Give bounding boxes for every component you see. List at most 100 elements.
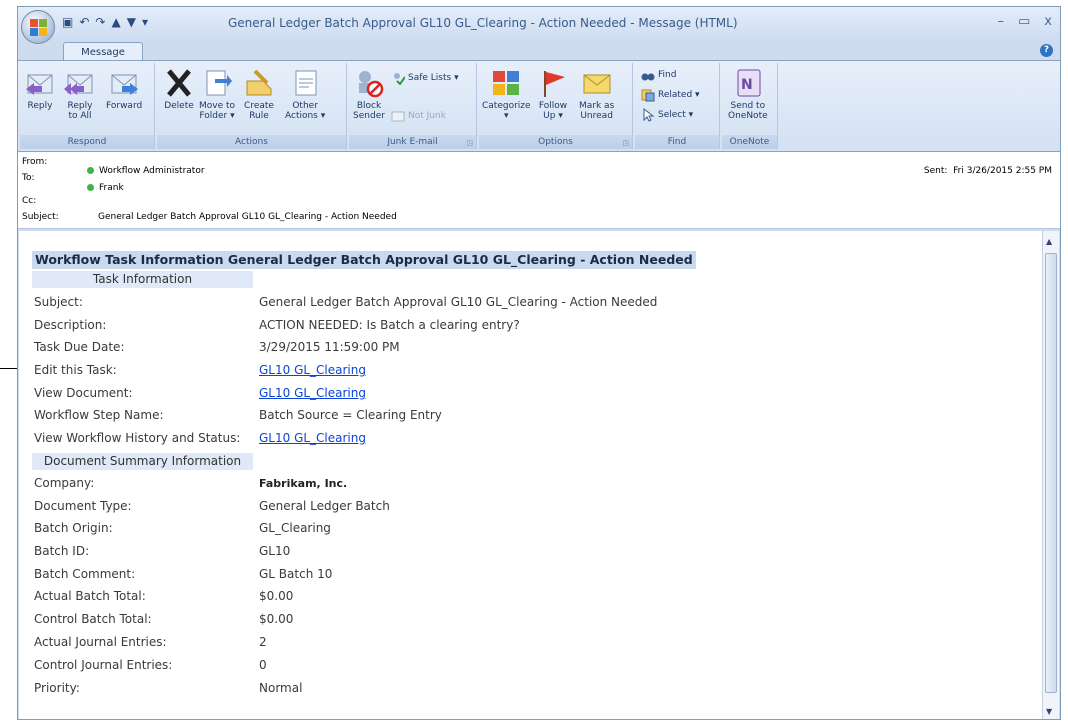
delete-icon: [163, 67, 195, 99]
message-body: Workflow Task Information General Ledger…: [19, 231, 1059, 719]
message-window: ▣ ↶ ↷ ▲ ▼ ▾ General Ledger Batch Approva…: [17, 6, 1061, 720]
sent-label: Sent: Fri 3/26/2015 2:55 PM: [923, 166, 1052, 176]
related-icon: [641, 88, 655, 102]
doc-value: GL Batch 10: [259, 567, 333, 581]
customize-qat-icon[interactable]: ▾: [142, 15, 148, 29]
dialog-launcher-icon[interactable]: ◳: [622, 139, 629, 147]
categorize-button[interactable]: Categorize ▾: [482, 67, 531, 121]
workflow-history-link[interactable]: GL10 GL_Clearing: [259, 431, 366, 445]
find-button[interactable]: Find: [641, 68, 676, 82]
group-options: Categorize ▾ Follow Up ▾ Mark as Unread …: [479, 63, 633, 149]
document-section-header: Document Summary Information: [32, 453, 253, 470]
window-title: General Ledger Batch Approval GL10 GL_Cl…: [228, 16, 738, 30]
doc-value: 0: [259, 658, 267, 672]
ribbon: Reply Reply to All Forward Respond Delet…: [18, 60, 1060, 152]
group-respond: Reply Reply to All Forward Respond: [20, 63, 155, 149]
move-folder-icon: [201, 67, 233, 99]
scroll-thumb[interactable]: [1045, 253, 1057, 693]
doc-value: $0.00: [259, 589, 294, 603]
mark-as-unread-button[interactable]: Mark as Unread: [579, 67, 614, 121]
from-label: From:: [22, 157, 48, 167]
maximize-button[interactable]: ▭: [1018, 14, 1030, 29]
from-value[interactable]: Workflow Administrator: [87, 166, 205, 176]
office-button[interactable]: [21, 10, 55, 44]
group-label-options: Options: [479, 135, 632, 149]
safe-lists-button[interactable]: Safe Lists ▾: [391, 71, 459, 86]
message-header: From: Workflow Administrator To: Frank C…: [18, 152, 1060, 229]
doc-value: Normal: [259, 681, 303, 695]
task-value: 3/29/2015 11:59:00 PM: [259, 340, 400, 354]
task-value: ACTION NEEDED: Is Batch a clearing entry…: [259, 318, 520, 332]
select-button[interactable]: Select ▾: [641, 107, 693, 122]
block-sender-button[interactable]: Block Sender: [353, 67, 385, 121]
related-button[interactable]: Related ▾: [641, 88, 700, 102]
create-rule-button[interactable]: Create Rule: [243, 67, 275, 121]
flag-icon: [537, 67, 569, 99]
send-to-onenote-button[interactable]: N Send to OneNote: [728, 67, 768, 121]
forward-icon: [108, 67, 140, 99]
subject-label: Subject:: [22, 212, 59, 222]
task-value: Batch Source = Clearing Entry: [259, 408, 442, 422]
task-label: Description:: [34, 318, 107, 332]
doc-label: Actual Journal Entries:: [34, 635, 167, 649]
title-bar: ▣ ↶ ↷ ▲ ▼ ▾ General Ledger Batch Approva…: [18, 7, 1060, 41]
help-icon[interactable]: ?: [1040, 44, 1053, 57]
reply-all-icon: [64, 67, 96, 99]
dialog-launcher-icon[interactable]: ◳: [466, 139, 473, 147]
follow-up-button[interactable]: Follow Up ▾: [537, 67, 569, 121]
down-arrow-icon[interactable]: ▼: [127, 15, 136, 29]
scroll-up-icon[interactable]: ▲: [1046, 237, 1052, 246]
task-label: Task Due Date:: [34, 340, 125, 354]
doc-value: General Ledger Batch: [259, 499, 390, 513]
vertical-scrollbar[interactable]: ▲ ▼: [1042, 231, 1059, 719]
doc-label: Batch Origin:: [34, 521, 113, 535]
doc-label: Company:: [34, 476, 95, 490]
forward-button[interactable]: Forward: [106, 67, 142, 111]
reply-icon: [24, 67, 56, 99]
office-logo-icon: [30, 19, 47, 36]
task-label: View Document:: [34, 386, 133, 400]
not-junk-icon: [391, 109, 405, 123]
task-section-header: Task Information: [32, 271, 253, 288]
task-label: Workflow Step Name:: [34, 408, 164, 422]
tab-message[interactable]: Message: [63, 42, 143, 61]
group-label-actions: Actions: [157, 135, 346, 149]
redo-icon[interactable]: ↷: [95, 15, 105, 29]
doc-label: Control Batch Total:: [34, 612, 152, 626]
window-controls: – ▭ x: [998, 14, 1053, 29]
safe-lists-icon: [391, 71, 406, 86]
scroll-down-icon[interactable]: ▼: [1046, 707, 1052, 716]
onenote-icon: N: [732, 67, 764, 99]
other-actions-button[interactable]: Other Actions ▾: [285, 67, 325, 121]
save-icon[interactable]: ▣: [62, 15, 73, 29]
doc-value: 2: [259, 635, 267, 649]
close-button[interactable]: x: [1044, 14, 1052, 29]
task-label: Subject:: [34, 295, 83, 309]
undo-icon[interactable]: ↶: [79, 15, 89, 29]
move-to-folder-button[interactable]: Move to Folder ▾: [199, 67, 235, 121]
other-actions-icon: [289, 67, 321, 99]
group-label-respond: Respond: [20, 135, 154, 149]
svg-text:N: N: [741, 77, 753, 93]
envelope-icon: [581, 67, 613, 99]
block-sender-icon: [353, 67, 385, 99]
cc-label: Cc:: [22, 196, 37, 206]
group-label-onenote: OneNote: [722, 135, 777, 149]
up-arrow-icon[interactable]: ▲: [111, 15, 120, 29]
reply-all-button[interactable]: Reply to All: [64, 67, 96, 121]
group-onenote: N Send to OneNote OneNote: [722, 63, 778, 149]
not-junk-button[interactable]: Not Junk: [391, 109, 446, 123]
reply-button[interactable]: Reply: [24, 67, 56, 111]
group-label-junk: Junk E-mail: [349, 135, 476, 149]
cursor-icon: [641, 107, 655, 122]
minimize-button[interactable]: –: [998, 14, 1005, 29]
doc-value: GL10: [259, 544, 291, 558]
subject-value: General Ledger Batch Approval GL10 GL_Cl…: [98, 212, 397, 222]
doc-label: Batch Comment:: [34, 567, 136, 581]
ribbon-tab-row: Message ?: [18, 41, 1060, 61]
task-label: View Workflow History and Status:: [34, 431, 241, 445]
edit-task-link[interactable]: GL10 GL_Clearing: [259, 363, 366, 377]
delete-button[interactable]: Delete: [163, 67, 195, 111]
view-document-link[interactable]: GL10 GL_Clearing: [259, 386, 366, 400]
to-value[interactable]: Frank: [87, 183, 124, 193]
